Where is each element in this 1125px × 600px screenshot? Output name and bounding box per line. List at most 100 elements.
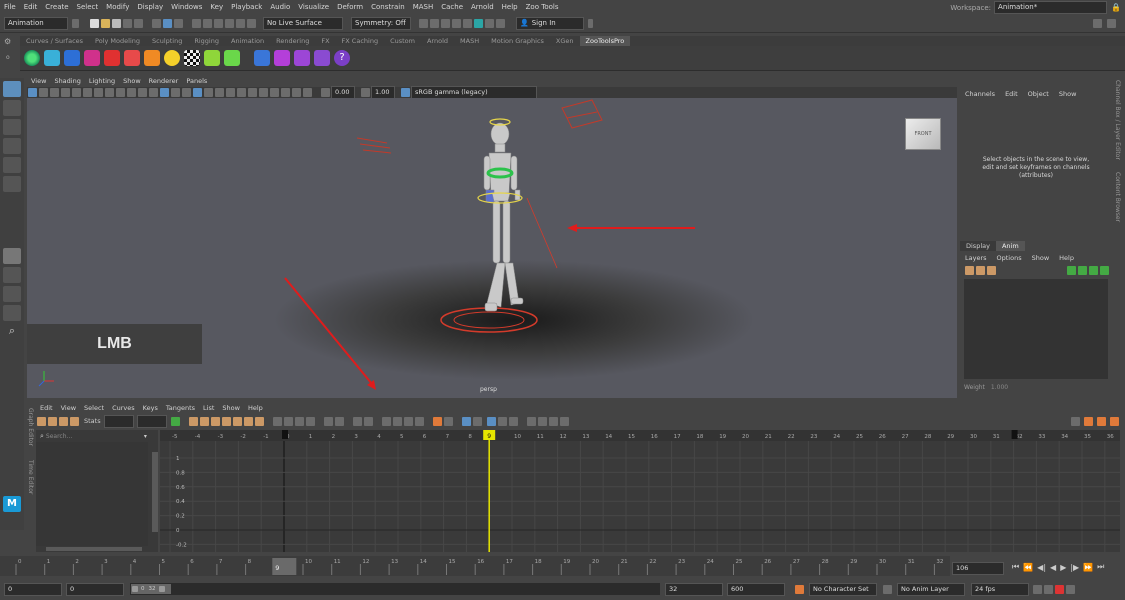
zoo-gear-icon[interactable]: [294, 50, 310, 66]
simplify-icon[interactable]: [548, 416, 558, 426]
resample-icon[interactable]: [537, 416, 547, 426]
shelf-tab-rendering[interactable]: Rendering: [270, 36, 315, 46]
xray-joints-icon[interactable]: [292, 88, 301, 97]
xray-components-icon[interactable]: [303, 88, 312, 97]
key-tangent-auto-icon[interactable]: [254, 416, 264, 426]
outliner-scrollbar[interactable]: [152, 452, 158, 532]
zoo-render-icon[interactable]: [254, 50, 270, 66]
menu-mash[interactable]: MASH: [409, 0, 438, 15]
menu-audio[interactable]: Audio: [266, 0, 294, 15]
select-camera-icon[interactable]: [28, 88, 37, 97]
symmetry-dropdown[interactable]: Symmetry: Off: [351, 17, 411, 30]
layer-options-icon[interactable]: [987, 265, 996, 275]
channel-menu-show[interactable]: Show: [1054, 88, 1082, 100]
zoo-checker-icon[interactable]: [184, 50, 200, 66]
layer-zoom-icon[interactable]: [1089, 265, 1098, 275]
live-surface-field[interactable]: No Live Surface: [263, 17, 343, 30]
render-frame-icon[interactable]: [419, 19, 428, 28]
anim-end-field[interactable]: 32: [665, 582, 723, 596]
make-live-icon[interactable]: [247, 19, 256, 28]
channel-menu-edit[interactable]: Edit: [1000, 88, 1023, 100]
perspective-viewport[interactable]: FRONT LMB persp: [27, 98, 957, 398]
viewport-menu-view[interactable]: View: [27, 76, 50, 87]
shelf-tab-curves-surfaces[interactable]: Curves / Surfaces: [20, 36, 89, 46]
menu-arnold[interactable]: Arnold: [467, 0, 498, 15]
shelf-menu-icon[interactable]: o: [6, 54, 10, 61]
undo-icon[interactable]: [123, 19, 132, 28]
outliner-hscrollbar[interactable]: [46, 547, 142, 551]
viewport-menu-panels[interactable]: Panels: [182, 76, 211, 87]
go-to-start-icon[interactable]: ⏮: [1012, 562, 1019, 572]
zoo-model-tool-icon[interactable]: [64, 50, 80, 66]
side-tab-time-editor[interactable]: Time Editor: [27, 460, 34, 494]
break-tangents-icon[interactable]: [272, 416, 282, 426]
depth-of-field-icon[interactable]: [259, 88, 268, 97]
shelf-tab-motion-graphics[interactable]: Motion Graphics: [485, 36, 550, 46]
stats-time-field[interactable]: [103, 414, 134, 428]
menu-deform[interactable]: Deform: [333, 0, 367, 15]
menu-help[interactable]: Help: [498, 0, 522, 15]
loop-icon[interactable]: [1033, 584, 1042, 594]
snap-view-icon[interactable]: [225, 19, 234, 28]
graph-menu-keys[interactable]: Keys: [139, 403, 162, 414]
auto-load-icon[interactable]: [323, 416, 333, 426]
insert-key-icon[interactable]: [48, 416, 57, 426]
save-scene-icon[interactable]: [112, 19, 121, 28]
menu-key[interactable]: Key: [206, 0, 227, 15]
menu-zoo-tools[interactable]: Zoo Tools: [522, 0, 563, 15]
play-forwards-icon[interactable]: ▶: [1060, 563, 1066, 572]
layer-lock-icon[interactable]: [1100, 265, 1109, 275]
default-material-icon[interactable]: [171, 88, 180, 97]
lock-tangent-weight-icon[interactable]: [305, 416, 315, 426]
anim-layer-icon[interactable]: [883, 584, 892, 594]
range-slider-handle[interactable]: 0 32: [131, 584, 171, 594]
trax-editor-icon[interactable]: [1097, 416, 1106, 426]
move-layer-down-icon[interactable]: [1078, 265, 1087, 275]
search-icon[interactable]: ⌕: [3, 324, 21, 340]
xray-icon[interactable]: [281, 88, 290, 97]
textured-icon[interactable]: [193, 88, 202, 97]
maya-logo-icon[interactable]: M: [3, 496, 21, 512]
graph-menu-help[interactable]: Help: [244, 403, 267, 414]
menu-select[interactable]: Select: [73, 0, 103, 15]
graph-menu-curves[interactable]: Curves: [108, 403, 139, 414]
rotate-tool-icon[interactable]: [3, 157, 21, 173]
free-tangent-weight-icon[interactable]: [294, 416, 304, 426]
graph-view-icon[interactable]: [486, 416, 496, 426]
step-back-frame-icon[interactable]: ◀|: [1037, 563, 1046, 572]
single-perspective-layout-icon[interactable]: [3, 248, 21, 264]
character-set-icon[interactable]: [795, 584, 804, 594]
field-chart-icon[interactable]: [116, 88, 125, 97]
zoo-anim-tool-icon[interactable]: [104, 50, 120, 66]
outliner-search-input[interactable]: Search...: [46, 433, 144, 440]
image-plane-icon[interactable]: [61, 88, 70, 97]
smooth-icon[interactable]: [559, 416, 569, 426]
ghost-curves-icon[interactable]: [472, 416, 482, 426]
anim-start-field[interactable]: 0: [66, 582, 124, 596]
layer-menu-help[interactable]: Help: [1054, 252, 1079, 264]
zoo-shelf-tool-icon[interactable]: [44, 50, 60, 66]
menu-visualize[interactable]: Visualize: [294, 0, 333, 15]
layer-menu-layers[interactable]: Layers: [960, 252, 992, 264]
menu-create[interactable]: Create: [41, 0, 72, 15]
show-buffer-icon[interactable]: [443, 416, 453, 426]
viewport-menu-renderer[interactable]: Renderer: [145, 76, 183, 87]
fps-dropdown[interactable]: 24 fps: [971, 582, 1029, 596]
layer-list[interactable]: [964, 279, 1108, 379]
value-snap-icon[interactable]: [363, 416, 373, 426]
ambient-occlusion-icon[interactable]: [226, 88, 235, 97]
safe-action-icon[interactable]: [127, 88, 136, 97]
outliner-list[interactable]: [36, 442, 148, 546]
zoo-text-icon[interactable]: [124, 50, 140, 66]
denormalize-icon[interactable]: [392, 416, 402, 426]
tab-anim[interactable]: Anim: [995, 241, 1025, 251]
character-set-dropdown[interactable]: No Character Set: [809, 582, 877, 596]
select-component-icon[interactable]: [174, 19, 183, 28]
time-editor-icon[interactable]: [1110, 416, 1119, 426]
render-view-icon[interactable]: [463, 19, 472, 28]
safe-title-icon[interactable]: [138, 88, 147, 97]
gamma-icon[interactable]: [361, 88, 370, 97]
lattice-deform-icon[interactable]: [59, 416, 68, 426]
snap-point-icon[interactable]: [214, 19, 223, 28]
shelf-tab-custom[interactable]: Custom: [384, 36, 421, 46]
